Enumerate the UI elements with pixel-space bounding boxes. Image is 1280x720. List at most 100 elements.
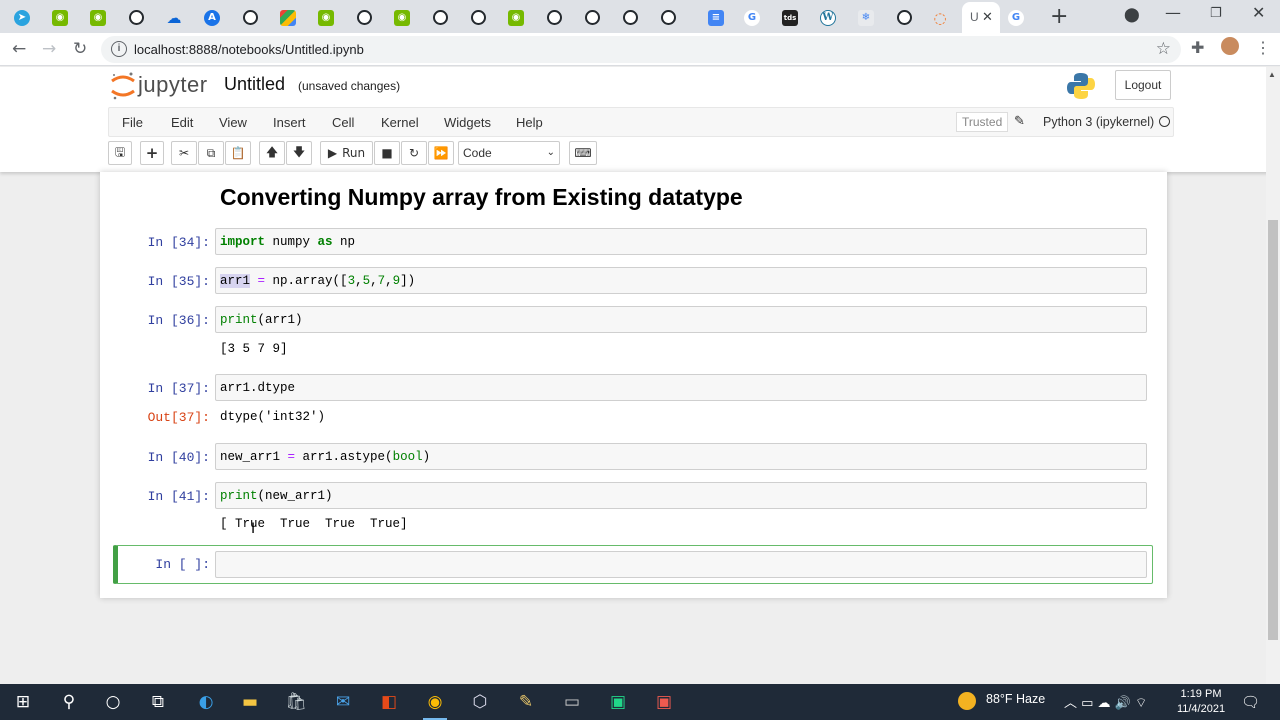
task-view-icon[interactable]: ⧉ xyxy=(144,690,172,714)
tab[interactable]: ◉ xyxy=(384,6,420,29)
windows-start-icon[interactable]: ⊞ xyxy=(9,690,37,714)
address-bar[interactable]: i localhost:8888/notebooks/Untitled.ipyn… xyxy=(101,36,1181,63)
jupyter-logo-icon[interactable] xyxy=(110,71,136,101)
chrome-icon[interactable]: ◉ xyxy=(421,690,449,720)
run-button[interactable]: ▶ Run xyxy=(320,141,373,165)
back-icon[interactable]: ← xyxy=(12,39,26,59)
close-window-icon[interactable]: ✕ xyxy=(1252,3,1265,22)
cortana-icon[interactable]: ○ xyxy=(99,690,127,714)
code-cell-input[interactable]: arr1.dtype xyxy=(215,374,1147,401)
tab[interactable] xyxy=(574,6,610,29)
forward-icon[interactable]: → xyxy=(42,39,56,59)
logout-button[interactable]: Logout xyxy=(1115,70,1171,100)
site-info-icon[interactable]: i xyxy=(111,41,127,57)
office-icon[interactable]: ◧ xyxy=(375,690,403,714)
cell-type-select[interactable]: Code ⌄ xyxy=(458,141,560,165)
edge-icon[interactable]: ◐ xyxy=(192,690,220,714)
tab[interactable] xyxy=(422,6,458,29)
tab[interactable] xyxy=(232,6,268,29)
tab[interactable]: ◉ xyxy=(308,6,344,29)
tab[interactable]: ◌ xyxy=(922,6,958,29)
extensions-icon[interactable]: ✚ xyxy=(1191,38,1204,58)
tab[interactable] xyxy=(650,6,686,29)
menu-edit[interactable]: Edit xyxy=(171,115,193,130)
tab[interactable]: G xyxy=(734,6,770,29)
tab-active[interactable]: U ✕ xyxy=(962,2,1000,33)
save-icon[interactable]: 🖫 xyxy=(108,141,132,165)
tab[interactable]: A xyxy=(194,6,230,29)
code-cell-input[interactable]: print(new_arr1) xyxy=(215,482,1147,509)
copy-icon[interactable]: ⧉ xyxy=(198,141,224,165)
cut-icon[interactable]: ✂ xyxy=(171,141,197,165)
store-icon[interactable]: 🛍 xyxy=(282,690,310,714)
tab[interactable]: ☁ xyxy=(156,6,192,29)
tab-search-icon[interactable]: ⬤ xyxy=(1124,7,1140,23)
system-tray-icons[interactable]: ︿ ▭ ☁ 🔊 ⌔ xyxy=(1064,692,1147,711)
new-tab-icon[interactable]: + xyxy=(1050,4,1068,29)
command-palette-icon[interactable]: ⌨ xyxy=(569,141,597,165)
menu-cell[interactable]: Cell xyxy=(332,115,354,130)
code-cell-input[interactable]: arr1 = np.array([3,5,7,9]) xyxy=(215,267,1147,294)
file-explorer-icon[interactable]: ▬ xyxy=(236,690,264,714)
pycharm-icon[interactable]: ▣ xyxy=(604,690,632,714)
tab[interactable]: ➤ xyxy=(4,6,40,29)
code-cell-input-empty[interactable] xyxy=(215,551,1147,578)
notification-icon[interactable]: 🗨 xyxy=(1241,693,1260,711)
weather-text[interactable]: 88°F Haze xyxy=(986,692,1045,706)
minimize-icon[interactable]: — xyxy=(1165,3,1181,22)
browser-menu-icon[interactable]: ⋮ xyxy=(1255,38,1271,58)
code-cell-input[interactable]: new_arr1 = arr1.astype(bool) xyxy=(215,443,1147,470)
tab[interactable]: ◉ xyxy=(498,6,534,29)
markdown-heading[interactable]: Converting Numpy array from Existing dat… xyxy=(220,184,743,211)
tab[interactable] xyxy=(346,6,382,29)
insert-cell-icon[interactable]: + xyxy=(140,141,164,165)
move-down-icon[interactable]: 🡇 xyxy=(286,141,312,165)
scroll-up-icon[interactable]: ▲ xyxy=(1268,70,1276,79)
interrupt-icon[interactable]: ■ xyxy=(374,141,400,165)
code-cell-input[interactable]: import numpy as np xyxy=(215,228,1147,255)
tab[interactable] xyxy=(270,6,306,29)
restore-icon[interactable]: ❐ xyxy=(1210,6,1222,21)
tab[interactable] xyxy=(536,6,572,29)
menu-file[interactable]: File xyxy=(122,115,143,130)
menu-help[interactable]: Help xyxy=(516,115,543,130)
restart-icon[interactable]: ↻ xyxy=(401,141,427,165)
bookmark-star-icon[interactable]: ☆ xyxy=(1156,39,1171,59)
code-cell-input[interactable]: print(arr1) xyxy=(215,306,1147,333)
jupyter-brand[interactable]: jupyter xyxy=(138,72,208,98)
tab[interactable]: ◉ xyxy=(80,6,116,29)
menu-kernel[interactable]: Kernel xyxy=(381,115,419,130)
url-text[interactable]: localhost:8888/notebooks/Untitled.ipynb xyxy=(134,42,364,57)
clock[interactable]: 1:19 PM 11/4/2021 xyxy=(1170,687,1232,717)
menu-insert[interactable]: Insert xyxy=(273,115,306,130)
tab[interactable]: ≡ xyxy=(698,6,734,29)
close-tab-icon[interactable]: ✕ xyxy=(982,9,993,25)
codeblocks-icon[interactable]: ▣ xyxy=(650,690,678,714)
tab[interactable] xyxy=(118,6,154,29)
scrollbar-thumb[interactable] xyxy=(1268,220,1278,640)
move-up-icon[interactable]: 🡅 xyxy=(259,141,285,165)
terminal-icon[interactable]: ▭ xyxy=(558,690,586,714)
tab[interactable]: G xyxy=(998,6,1034,29)
avatar[interactable] xyxy=(1221,37,1239,55)
restart-run-all-icon[interactable]: ⏩ xyxy=(428,141,454,165)
notebook-name[interactable]: Untitled xyxy=(224,74,285,95)
tab[interactable]: tds xyxy=(772,6,808,29)
tab[interactable]: ◉ xyxy=(42,6,78,29)
virtualbox-icon[interactable]: ⬡ xyxy=(466,690,494,714)
kernel-name[interactable]: Python 3 (ipykernel) xyxy=(1043,115,1154,129)
tab[interactable] xyxy=(460,6,496,29)
mail-icon[interactable]: ✉ xyxy=(329,690,357,714)
search-icon[interactable]: ⚲ xyxy=(55,690,83,714)
tab[interactable] xyxy=(612,6,648,29)
tab[interactable]: ❄ xyxy=(848,6,884,29)
menu-view[interactable]: View xyxy=(219,115,247,130)
notepad-icon[interactable]: ✎ xyxy=(512,690,540,714)
paste-icon[interactable]: 📋 xyxy=(225,141,251,165)
trusted-indicator[interactable]: Trusted xyxy=(956,112,1009,132)
edit-pencil-icon[interactable]: ✎ xyxy=(1014,113,1025,129)
tab[interactable] xyxy=(886,6,922,29)
tab[interactable]: W xyxy=(810,6,846,29)
menu-widgets[interactable]: Widgets xyxy=(444,115,491,130)
reload-icon[interactable]: ↻ xyxy=(73,39,87,59)
